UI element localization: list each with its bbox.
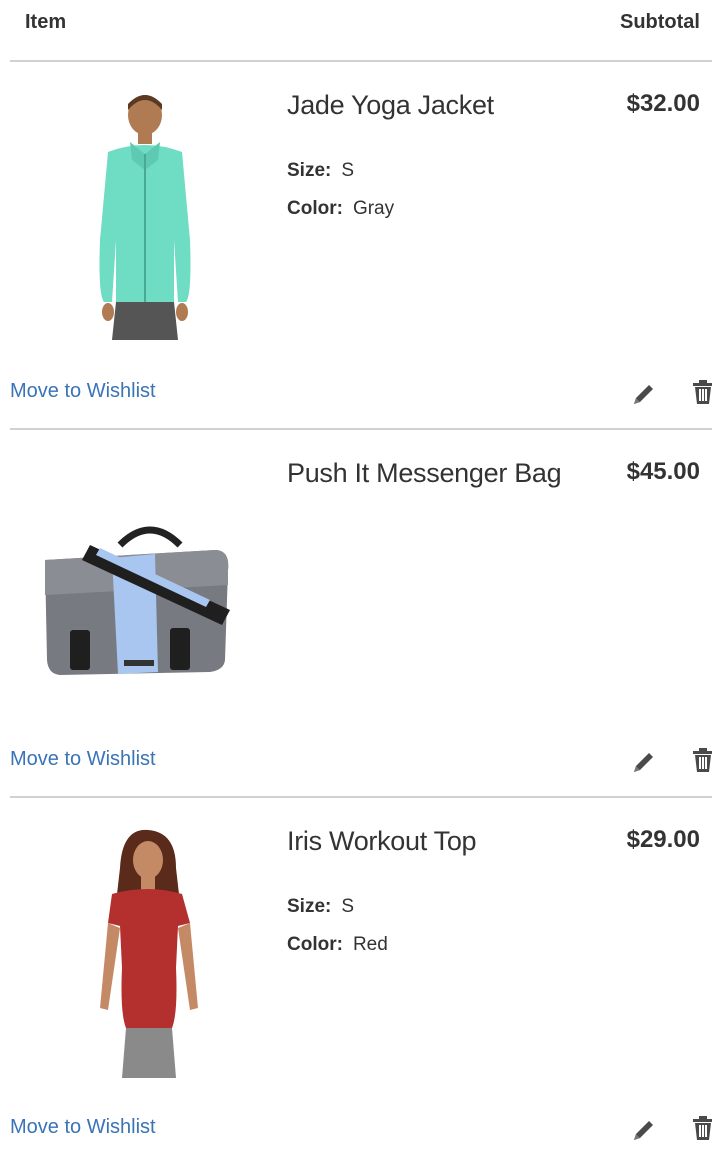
pencil-icon	[634, 753, 653, 772]
cart-item-row: Iris Workout Top $29.00 Size: S Color: Red…	[10, 798, 712, 1166]
product-image-jacket[interactable]	[30, 90, 260, 350]
delete-item-button[interactable]	[690, 746, 712, 774]
product-name-link[interactable]: Iris Workout Top	[287, 826, 477, 857]
product-image-bag[interactable]	[30, 460, 260, 720]
option-label: Color:	[287, 934, 343, 955]
edit-item-button[interactable]	[630, 1116, 656, 1144]
trash-icon	[693, 1116, 712, 1140]
delete-item-button[interactable]	[690, 1114, 712, 1142]
trash-icon	[693, 748, 712, 772]
move-to-wishlist-link[interactable]: Move to Wishlist	[10, 748, 156, 771]
move-to-wishlist-link[interactable]: Move to Wishlist	[10, 1116, 156, 1139]
option-value: S	[341, 160, 355, 181]
product-subtotal: $32.00	[626, 90, 700, 117]
option-size: Size: S	[287, 160, 354, 182]
column-header-subtotal: Subtotal	[620, 11, 700, 33]
pencil-icon	[634, 1121, 653, 1140]
product-subtotal: $45.00	[626, 458, 700, 485]
option-value: Gray	[352, 198, 395, 219]
option-color: Color: Gray	[287, 198, 394, 220]
option-value: S	[341, 896, 355, 917]
column-header-item: Item	[25, 11, 67, 33]
product-subtotal: $29.00	[626, 826, 700, 853]
pencil-icon	[634, 385, 653, 404]
option-color: Color: Red	[287, 934, 388, 956]
product-image-top[interactable]	[30, 828, 260, 1088]
option-size: Size: S	[287, 896, 354, 918]
option-label: Size:	[287, 160, 332, 181]
delete-item-button[interactable]	[690, 378, 712, 406]
option-label: Color:	[287, 198, 343, 219]
edit-item-button[interactable]	[630, 380, 656, 408]
edit-item-button[interactable]	[630, 748, 656, 776]
top-photo-icon	[100, 829, 198, 1078]
option-label: Size:	[287, 896, 332, 917]
cart-table-header: Item Subtotal	[10, 0, 712, 62]
move-to-wishlist-link[interactable]: Move to Wishlist	[10, 380, 156, 403]
product-name-link[interactable]: Jade Yoga Jacket	[287, 90, 494, 121]
product-name-link[interactable]: Push It Messenger Bag	[287, 458, 562, 489]
cart-item-row: Jade Yoga Jacket $32.00 Size: S Color: Gra…	[10, 62, 712, 430]
trash-icon	[693, 380, 712, 404]
jacket-photo-icon	[99, 95, 191, 340]
option-value: Red	[352, 934, 388, 955]
bag-photo-icon	[45, 526, 230, 675]
cart-item-row: Push It Messenger Bag $45.00 Move to Wis…	[10, 430, 712, 798]
